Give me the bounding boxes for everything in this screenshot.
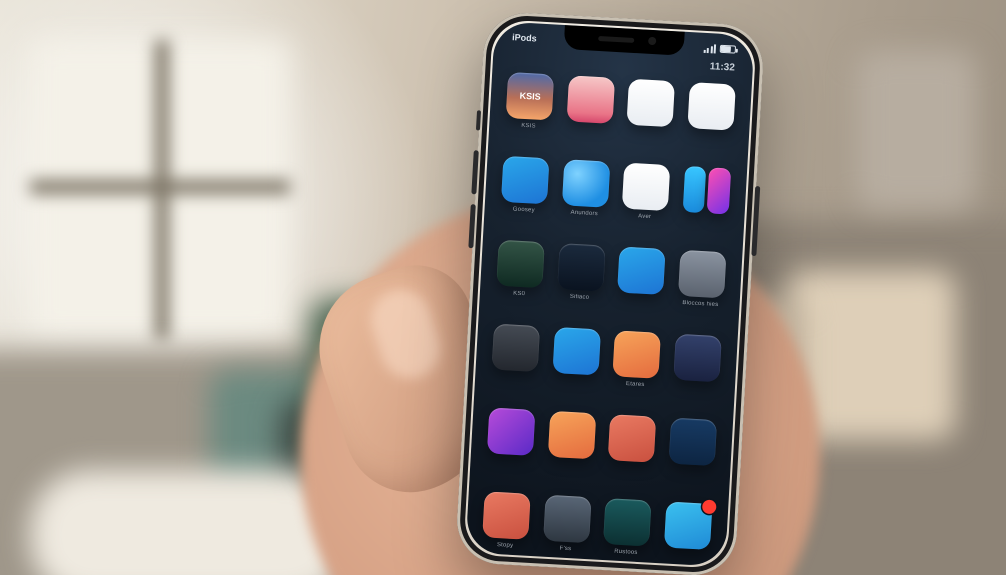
app-icon[interactable] (617, 246, 665, 294)
app-label: Goosey (513, 206, 535, 213)
app-tile-4-2[interactable] (604, 414, 659, 491)
bg-window-mullion-h (30, 180, 290, 194)
app-icon[interactable] (687, 82, 735, 130)
status-left-label: iPods (512, 32, 537, 43)
app-icon[interactable] (501, 156, 549, 204)
app-tile-2-3[interactable]: Bloccos hies (674, 250, 729, 327)
app-tile-1-3[interactable] (679, 166, 734, 243)
mute-switch[interactable] (476, 110, 481, 130)
phone: iPods 11:32 KSISKSISGooseyAnundorsAverKS… (455, 11, 765, 575)
app-tile-5-0[interactable]: Stopy (479, 491, 534, 567)
phone-screen[interactable]: iPods 11:32 KSISKSISGooseyAnundorsAverKS… (465, 21, 754, 567)
app-label: KS0 (513, 291, 525, 298)
app-tile-5-1[interactable]: F'ss (539, 495, 594, 567)
app-tile-0-3[interactable] (683, 82, 738, 159)
app-tile-5-3[interactable] (660, 501, 715, 567)
app-icon[interactable] (668, 418, 716, 466)
app-tile-4-0[interactable] (483, 407, 538, 484)
app-icon[interactable] (608, 414, 656, 462)
app-tile-3-0[interactable] (488, 323, 543, 400)
app-tile-3-1[interactable] (548, 327, 603, 404)
notification-badge (702, 499, 717, 514)
app-label: Rustoos (614, 549, 638, 556)
app-label: F'ss (559, 546, 571, 553)
scene-photo: iPods 11:32 KSISKSISGooseyAnundorsAverKS… (0, 0, 1006, 575)
app-tile-0-0[interactable]: KSIS KSIS (502, 72, 557, 149)
app-label: Stopy (497, 542, 514, 549)
app-icon[interactable] (678, 250, 726, 298)
bg-wall-frame (856, 50, 976, 210)
app-label: Aver (638, 213, 651, 220)
app-icon[interactable] (603, 498, 651, 546)
app-icon[interactable]: KSIS (506, 72, 554, 120)
app-icon[interactable] (613, 330, 661, 378)
app-tile-1-0[interactable]: Goosey (497, 156, 552, 233)
app-tile-3-3[interactable] (669, 334, 724, 411)
app-tile-1-1[interactable]: Anundors (558, 159, 613, 236)
app-grid: KSIS KSIS Goosey Anundors Aver KS0 Sifiaco Bloc… (480, 72, 738, 548)
app-icon[interactable] (552, 327, 600, 375)
app-tile-4-3[interactable] (665, 417, 720, 494)
app-icon[interactable] (492, 324, 540, 372)
app-tile-3-2[interactable]: Etares (609, 330, 664, 407)
app-icon-half (682, 166, 706, 213)
app-icon[interactable] (497, 240, 545, 288)
app-icon[interactable] (664, 501, 712, 549)
app-tile-1-2[interactable]: Aver (618, 162, 673, 239)
app-icon-half (707, 167, 731, 214)
app-tile-2-2[interactable] (614, 246, 669, 323)
app-icon[interactable] (487, 407, 535, 455)
app-tile-2-0[interactable]: KS0 (493, 240, 548, 317)
app-tile-2-1[interactable]: Sifiaco (553, 243, 608, 320)
display-notch (564, 25, 685, 56)
app-label: Etares (626, 381, 645, 388)
app-icon[interactable] (562, 159, 610, 207)
app-icon[interactable] (482, 491, 530, 539)
app-label: Bloccos hies (682, 300, 718, 308)
app-tile-4-1[interactable] (544, 411, 599, 488)
app-icon[interactable] (543, 495, 591, 543)
app-label: KSIS (521, 123, 536, 130)
app-label: Anundors (570, 210, 598, 218)
clock-label: 11:32 (710, 61, 736, 73)
volume-down-button[interactable] (468, 204, 475, 248)
app-tile-0-2[interactable] (623, 79, 678, 156)
app-icon[interactable] (682, 166, 730, 214)
app-tile-0-1[interactable] (563, 75, 618, 152)
app-icon[interactable] (627, 79, 675, 127)
battery-icon (720, 45, 736, 54)
app-icon[interactable] (622, 163, 670, 211)
volume-up-button[interactable] (471, 150, 478, 194)
app-icon[interactable] (557, 243, 605, 291)
app-label: Sifiaco (570, 294, 590, 301)
app-icon[interactable] (566, 75, 614, 123)
signal-icon (703, 43, 716, 53)
app-icon[interactable] (548, 411, 596, 459)
app-icon[interactable] (673, 334, 721, 382)
app-tile-5-2[interactable]: Rustoos (599, 498, 654, 567)
